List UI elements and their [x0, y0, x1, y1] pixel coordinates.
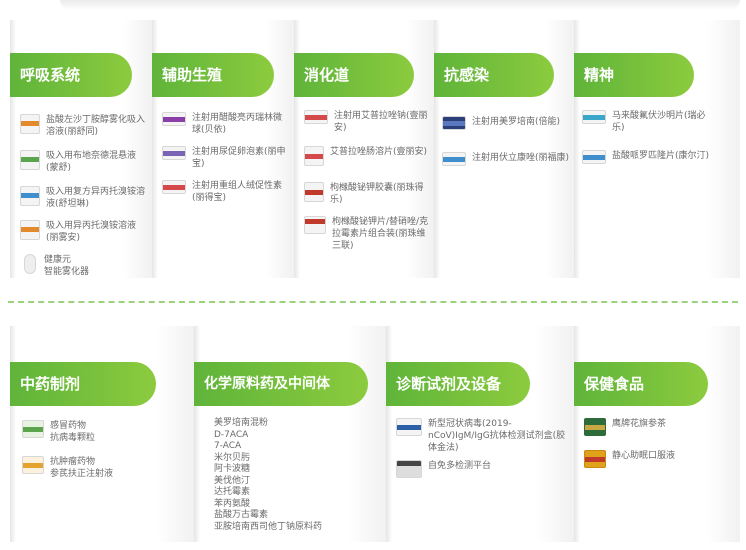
- injection-box-icon: [442, 116, 466, 130]
- product-item[interactable]: 枸橼酸铋钾胶囊(丽珠得乐): [304, 182, 430, 206]
- analyzer-icon: [396, 460, 422, 478]
- inhaler-box-icon: [20, 220, 40, 240]
- top-shadow-decoration: [60, 0, 740, 10]
- product-name: 吸入用布地奈德混悬液(蒙舒): [46, 151, 137, 173]
- api-list-item: 达托霉素: [214, 487, 251, 497]
- tablet-box-icon: [582, 110, 606, 124]
- category-card-respiratory: 呼吸系统 盐酸左沙丁胺醇雾化吸入溶液(丽舒同) 吸入用布地奈德混悬液(蒙舒) 吸…: [10, 20, 152, 278]
- product-item[interactable]: 感冒药物 抗病毒颗粒: [22, 420, 182, 444]
- granule-box-icon: [22, 420, 44, 438]
- api-list-item: 苯丙氨酸: [214, 498, 251, 509]
- product-item[interactable]: 吸入用异丙托溴铵溶液(丽雾安): [20, 220, 148, 244]
- product-name: 注射用艾普拉唑钠(壹丽安): [334, 111, 428, 133]
- category-card-diagnostics: 诊断试剂及设备 新型冠状病毒(2019-nCoV)IgM/IgG抗体检测试剂盒(…: [386, 326, 574, 542]
- product-item[interactable]: 注射用尿促卵泡素(丽申宝): [162, 146, 290, 170]
- product-name: 盐酸哌罗匹隆片(康尔汀): [612, 151, 710, 161]
- product-item[interactable]: 注射用艾普拉唑钠(壹丽安): [304, 110, 430, 134]
- category-header-reproductive: 辅助生殖: [152, 53, 274, 97]
- category-card-health-food: 保健食品 鹰牌花旗参茶 静心助眠口服液: [574, 326, 740, 542]
- product-item[interactable]: 艾普拉唑肠溶片(壹丽安): [304, 146, 430, 166]
- tablet-box-icon: [304, 146, 324, 166]
- product-name: 艾普拉唑肠溶片(壹丽安): [330, 147, 428, 157]
- category-header-diagnostics: 诊断试剂及设备: [386, 362, 530, 406]
- inhaler-box-icon: [20, 150, 40, 170]
- test-kit-icon: [396, 418, 422, 436]
- combo-box-icon: [304, 216, 326, 234]
- api-list-item: 米尔贝肟: [214, 452, 251, 463]
- product-name: 注射用重组人绒促性素(丽得宝): [192, 181, 283, 203]
- nebulizer-icon: [24, 254, 36, 274]
- product-item[interactable]: 吸入用布地奈德混悬液(蒙舒): [20, 150, 148, 174]
- inhaler-box-icon: [20, 114, 40, 134]
- product-name: 鹰牌花旗参茶: [612, 419, 667, 429]
- product-name: 自免多检测平台: [428, 461, 492, 471]
- product-item[interactable]: 健康元 智能雾化器: [24, 254, 148, 278]
- product-name: 注射用尿促卵泡素(丽申宝): [192, 147, 286, 169]
- api-list-item: D-7ACA: [214, 429, 249, 440]
- api-list-item: 盐酸万古霉素: [214, 510, 269, 520]
- tea-box-icon: [584, 418, 606, 436]
- product-item[interactable]: 吸入用复方异丙托溴铵溶液(舒坦琳): [20, 186, 148, 210]
- product-item[interactable]: 注射用美罗培南(倍能): [442, 116, 572, 130]
- category-header-psychiatric: 精神: [574, 53, 694, 97]
- category-header-anti-infection: 抗感染: [434, 53, 554, 97]
- product-item[interactable]: 马来酸氟伏沙明片(瑞必乐): [582, 110, 710, 134]
- category-card-tcm: 中药制剂 感冒药物 抗病毒颗粒 抗肿瘤药物 参芪扶正注射液: [10, 326, 194, 542]
- product-name: 吸入用复方异丙托溴铵溶液(舒坦琳): [46, 187, 146, 209]
- api-list: 美罗培南混粉 D-7ACA 7-ACA 米尔贝肟 阿卡波糖 美伐他汀 达托霉素 …: [214, 418, 382, 533]
- product-item[interactable]: 静心助眠口服液: [584, 450, 734, 468]
- product-name: 注射用醋酸亮丙瑞林微球(贝依): [192, 113, 283, 135]
- product-item[interactable]: 鹰牌花旗参茶: [584, 418, 734, 436]
- category-header-health-food: 保健食品: [574, 362, 708, 406]
- category-card-api: 化学原料药及中间体 美罗培南混粉 D-7ACA 7-ACA 米尔贝肟 阿卡波糖 …: [194, 326, 386, 542]
- capsule-box-icon: [304, 182, 324, 202]
- category-card-reproductive: 辅助生殖 注射用醋酸亮丙瑞林微球(贝依) 注射用尿促卵泡素(丽申宝) 注射用重组…: [152, 20, 294, 278]
- category-card-digestive: 消化道 注射用艾普拉唑钠(壹丽安) 艾普拉唑肠溶片(壹丽安) 枸橼酸铋钾胶囊(丽…: [294, 20, 434, 278]
- category-card-psychiatric: 精神 马来酸氟伏沙明片(瑞必乐) 盐酸哌罗匹隆片(康尔汀): [574, 20, 740, 278]
- category-card-anti-infection: 抗感染 注射用美罗培南(倍能) 注射用伏立康唑(丽福康): [434, 20, 574, 278]
- injection-box-icon: [162, 112, 186, 126]
- product-name: 吸入用异丙托溴铵溶液(丽雾安): [46, 221, 137, 243]
- product-item[interactable]: 盐酸左沙丁胺醇雾化吸入溶液(丽舒同): [20, 114, 148, 138]
- product-name: 枸橼酸铋钾胶囊(丽珠得乐): [330, 183, 424, 205]
- injection-box-icon: [442, 152, 466, 166]
- product-name: 盐酸左沙丁胺醇雾化吸入溶液(丽舒同): [46, 115, 146, 137]
- product-name: 注射用美罗培南(倍能): [472, 117, 561, 127]
- product-item[interactable]: 注射用醋酸亮丙瑞林微球(贝依): [162, 112, 290, 136]
- category-header-api: 化学原料药及中间体: [194, 362, 368, 406]
- section-divider: [8, 301, 738, 303]
- category-header-respiratory: 呼吸系统: [10, 53, 132, 97]
- product-item[interactable]: 注射用伏立康唑(丽福康): [442, 152, 572, 166]
- vials-icon: [22, 456, 44, 474]
- product-name: 新型冠状病毒(2019-nCoV)IgM/IgG抗体检测试剂盒(胶体金法): [428, 419, 566, 453]
- product-item[interactable]: 注射用重组人绒促性素(丽得宝): [162, 180, 290, 204]
- api-list-item: 7-ACA: [214, 441, 242, 451]
- product-item[interactable]: 抗肿瘤药物 参芪扶正注射液: [22, 456, 182, 480]
- api-list-item: 美罗培南混粉: [214, 418, 269, 428]
- product-name: 注射用伏立康唑(丽福康): [472, 153, 570, 163]
- product-item[interactable]: 盐酸哌罗匹隆片(康尔汀): [582, 150, 722, 164]
- product-item[interactable]: 自免多检测平台: [396, 460, 566, 478]
- injection-box-icon: [162, 180, 186, 194]
- api-list-item: 亚胺培南西司他丁钠原料药: [214, 521, 323, 532]
- api-list-item: 阿卡波糖: [214, 464, 251, 474]
- injection-box-icon: [162, 146, 186, 160]
- product-item[interactable]: 新型冠状病毒(2019-nCoV)IgM/IgG抗体检测试剂盒(胶体金法): [396, 418, 566, 454]
- product-name: 马来酸氟伏沙明片(瑞必乐): [612, 111, 706, 133]
- product-item[interactable]: 枸橼酸铋钾片/替硝唑/克拉霉素片组合装(丽珠维三联): [304, 216, 430, 252]
- tablet-box-icon: [582, 150, 606, 164]
- product-name: 健康元 智能雾化器: [44, 255, 90, 277]
- category-header-digestive: 消化道: [294, 53, 414, 97]
- inhaler-box-icon: [20, 186, 40, 206]
- category-header-tcm: 中药制剂: [10, 362, 156, 406]
- product-name: 静心助眠口服液: [612, 451, 676, 461]
- product-name: 枸橼酸铋钾片/替硝唑/克拉霉素片组合装(丽珠维三联): [332, 217, 429, 251]
- product-name: 抗肿瘤药物 参芪扶正注射液: [50, 457, 114, 479]
- oral-liquid-box-icon: [584, 450, 606, 468]
- api-list-item: 美伐他汀: [214, 475, 251, 486]
- product-name: 感冒药物 抗病毒颗粒: [50, 421, 96, 443]
- injection-box-icon: [304, 110, 328, 124]
